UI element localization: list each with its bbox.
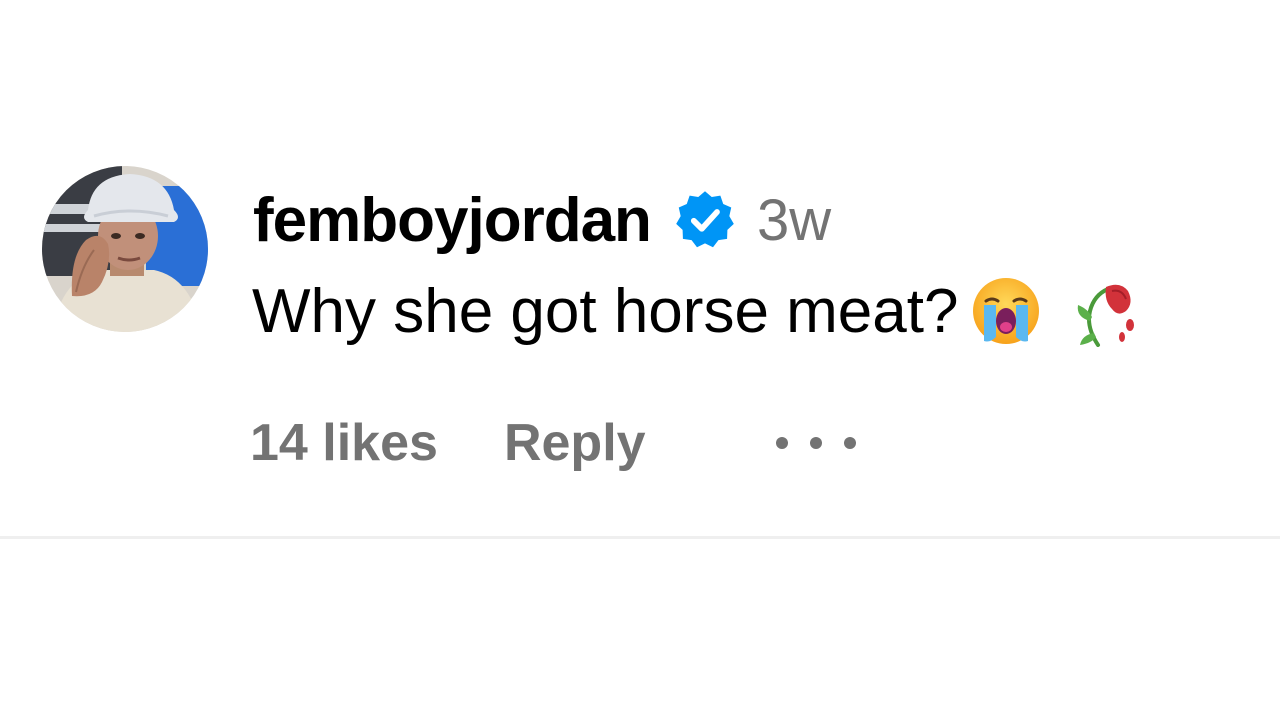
reply-button[interactable]: Reply — [504, 413, 646, 473]
avatar-image — [42, 166, 208, 332]
verified-badge-icon — [673, 188, 737, 252]
likes-count[interactable]: 14 likes — [250, 413, 438, 473]
comment-actions: 14 likes Reply — [250, 408, 858, 478]
username[interactable]: femboyjordan — [253, 185, 652, 256]
comment-header: femboyjordan 3w — [253, 184, 831, 256]
comment-timestamp[interactable]: 3w — [757, 187, 831, 254]
comment-item: femboyjordan 3w Why she got horse meat? — [0, 0, 1280, 537]
loudly-crying-face-emoji — [970, 275, 1042, 347]
comment-body: Why she got horse meat? — [252, 272, 1140, 350]
wilted-flower-emoji — [1068, 275, 1140, 347]
comment-text: Why she got horse meat? — [252, 276, 959, 346]
avatar[interactable] — [42, 166, 208, 332]
more-horizontal-icon[interactable] — [774, 431, 858, 455]
comment-divider — [0, 536, 1280, 539]
